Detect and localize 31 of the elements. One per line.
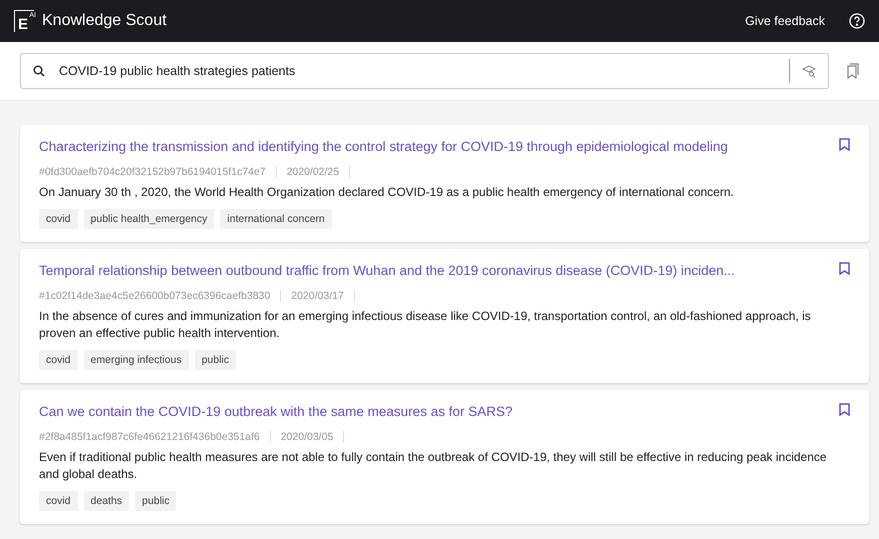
tag: deaths [84,491,130,511]
search-bar[interactable]: COVID-19 public health strategies patients [20,53,829,89]
tag: covid [39,209,78,229]
document-date: 2020/03/17 [291,290,344,302]
search-icon [33,65,45,77]
result-title[interactable]: Can we contain the COVID-19 outbreak with the same measures as for SARS? [39,400,512,419]
bookmark-icon[interactable] [839,262,850,275]
app-name: Knowledge Scout [42,12,167,30]
tag: public [135,491,176,511]
result-title[interactable]: Characterizing the transmission and identifying the control strategy for COVID-19 through epidemiological modeling [39,135,728,154]
result-summary: On January 30 th , 2020, the World Health Organization declared COVID-19 as a public health emergency of international concern. [39,184,735,201]
help-icon[interactable] [849,13,865,29]
result-title[interactable]: Temporal relationship between outbound traffic from Wuhan and the 2019 coronavirus disease (COVID-19) inciden... [39,259,735,278]
tag: international concern [220,209,332,229]
bookmark-icon[interactable] [839,138,850,151]
bookmarks-icon[interactable] [845,63,859,79]
document-date: 2020/02/25 [286,166,340,178]
give-feedback-link[interactable]: Give feedback [745,14,825,28]
result-summary: Even if traditional public health measures are not able to fully contain the outbreak of COVID-19, they will still be effective in reducing peak incidence and global deaths. [39,449,828,483]
document-id: #2f8a485f1acf987c6fe46621216f436b0e351af6 [39,431,260,443]
tag: covid [39,491,78,511]
tag: emerging infectious [84,350,189,370]
bookmark-icon[interactable] [839,403,850,416]
semantic-search-icon[interactable] [802,64,816,78]
tag: public [194,350,236,370]
document-id: #1c02f14de3ae4c5e26600b073ec6396caefb3830 [39,290,270,302]
document-id: #0fd300aefb704c20f32152b97b6194015f1c74e7 [39,166,266,178]
result-summary: In the absence of cures and immunization for an emerging infectious disease like COVID-19, transportation control, an old-fashioned approach, is proven an effective public health intervention. [39,308,812,342]
tag: public health_emergency [84,209,214,229]
document-date: 2020/03/05 [280,431,334,443]
tag: covid [39,350,78,370]
